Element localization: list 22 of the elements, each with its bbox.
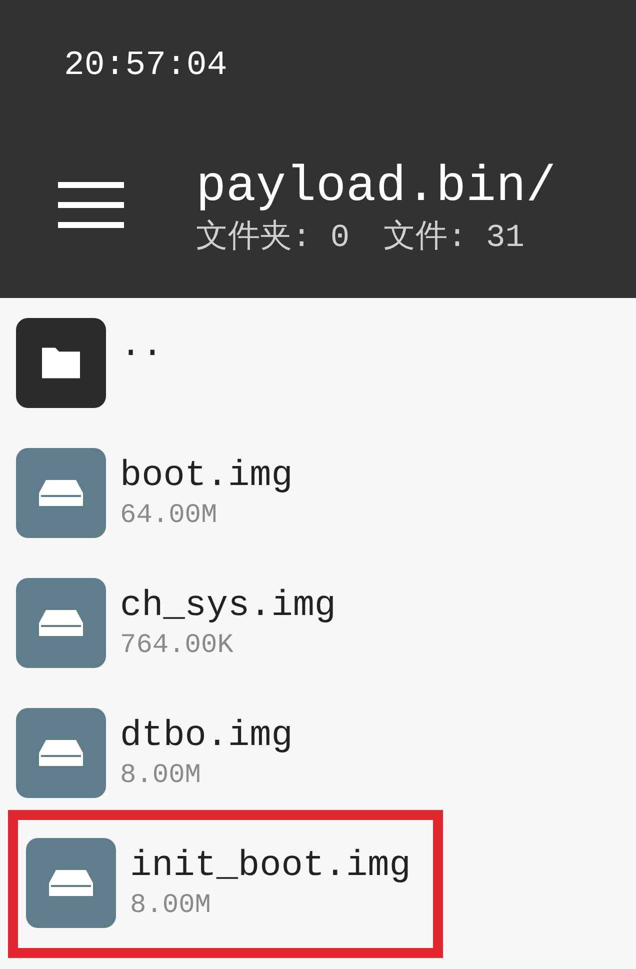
file-list-item[interactable]: ch_sys.img 764.00K (8, 578, 443, 708)
file-name: ch_sys.img (120, 584, 336, 628)
file-name: init_boot.img (130, 844, 411, 888)
file-list-item[interactable]: init_boot.img 8.00M (8, 810, 443, 958)
menu-button[interactable] (58, 182, 124, 228)
drive-icon (38, 738, 84, 768)
file-name: dtbo.img (120, 714, 293, 758)
drive-icon (38, 608, 84, 638)
folder-path-title: payload.bin/ (196, 158, 556, 218)
file-size: 8.00M (120, 760, 202, 793)
drive-icon (38, 478, 84, 508)
file-list-item[interactable]: .. (8, 318, 443, 448)
file-list-item[interactable]: boot.img 64.00M (8, 448, 443, 578)
file-name: boot.img (120, 454, 293, 498)
file-size: 8.00M (130, 890, 212, 923)
drive-icon (48, 868, 94, 898)
folder-count: 文件夹: 0 (196, 218, 350, 258)
file-size: 64.00M (120, 500, 218, 533)
file-name: .. (120, 324, 164, 368)
file-size: 764.00K (120, 630, 234, 663)
file-count: 文件: 31 (384, 218, 524, 258)
status-time: 20:57:04 (64, 46, 228, 86)
